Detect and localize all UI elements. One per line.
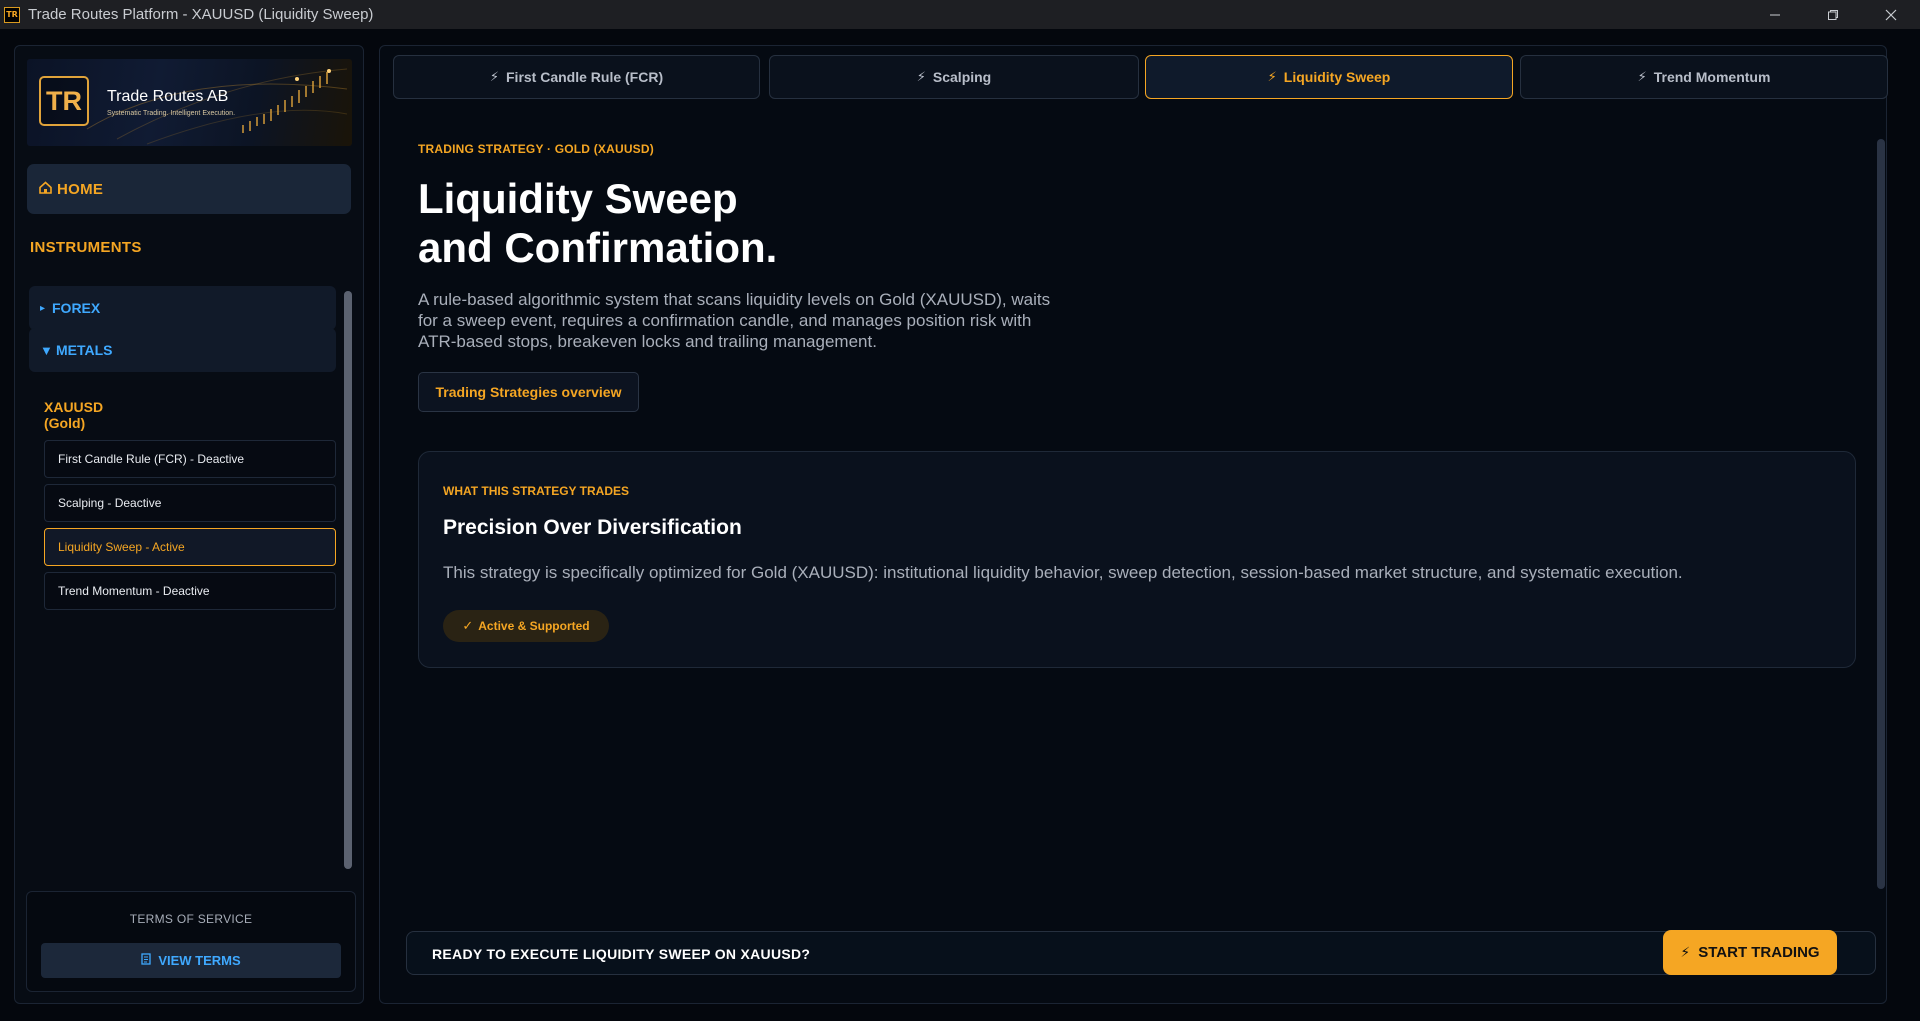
page-title-line1: Liquidity Sweep [418,175,738,222]
sidebar: TR Trade Routes AB Systematic Trading. I… [14,45,364,1004]
category-label: FOREX [52,300,101,316]
view-terms-label: VIEW TERMS [158,953,241,968]
tab-label: First Candle Rule (FCR) [506,69,664,85]
start-trading-button[interactable]: ⚡︎ START TRADING [1663,930,1837,975]
instruments-heading: INSTRUMENTS [30,239,142,256]
close-icon[interactable] [1862,0,1920,29]
bolt-icon: ⚡︎ [1680,944,1691,960]
tab-label: Liquidity Sweep [1283,69,1391,85]
category-forex[interactable]: ▸ FOREX [29,286,336,330]
tab-label: Scalping [932,69,992,85]
start-trading-label: START TRADING [1698,944,1820,961]
page-title: Liquidity Sweep and Confirmation. [418,174,777,272]
brand-logo-banner: TR Trade Routes AB Systematic Trading. I… [27,59,352,146]
status-badge: ✓ Active & Supported [443,610,609,642]
terms-heading: TERMS OF SERVICE [129,912,253,926]
brand-tagline: Systematic Trading. Intelligent Executio… [107,110,236,117]
category-label: METALS [56,342,113,358]
logo-mark: TR [39,76,89,126]
strategy-eyebrow: TRADING STRATEGY · GOLD (XAUUSD) [418,142,654,156]
document-icon [141,953,152,968]
caret-right-icon: ▸ [40,302,46,314]
tab-label: Trend Momentum [1653,69,1771,85]
tab-liquidity-sweep[interactable]: ⚡︎ Liquidity Sweep [1145,55,1513,99]
strategy-item-scalping[interactable]: Scalping - Deactive [44,484,336,522]
status-badge-label: Active & Supported [478,619,590,633]
caret-down-icon: ▼ [40,342,53,358]
bolt-icon: ⚡︎ [489,69,499,84]
execution-prompt: READY TO EXECUTE LIQUIDITY SWEEP ON XAUU… [432,946,811,962]
card-title: Precision Over Diversification [443,516,742,539]
brand-name: Trade Routes AB [107,88,229,105]
app-icon: TR [4,6,20,23]
main-panel: ⚡︎ First Candle Rule (FCR) ⚡︎ Scalping ⚡… [379,45,1888,1004]
content-scrollbar-thumb[interactable] [1877,139,1885,889]
execution-bar: READY TO EXECUTE LIQUIDITY SWEEP ON XAUU… [406,931,1876,975]
page-title-line2: and Confirmation. [418,224,778,271]
strategy-description: A rule-based algorithmic system that sca… [418,290,1051,351]
card-text: This strategy is specifically optimized … [443,563,1683,582]
strategy-item-liquidity-sweep[interactable]: Liquidity Sweep - Active [44,528,336,566]
tab-scalping[interactable]: ⚡︎ Scalping [769,55,1139,99]
strategy-item-trend-momentum[interactable]: Trend Momentum - Deactive [44,572,336,610]
instrument-name: XAUUSD (Gold) [44,399,103,431]
card-eyebrow: WHAT THIS STRATEGY TRADES [443,484,629,498]
sidebar-scrollbar-thumb[interactable] [344,291,352,869]
view-terms-button[interactable]: VIEW TERMS [41,943,341,978]
category-metals[interactable]: ▼ METALS [29,328,336,372]
bolt-icon: ⚡︎ [916,69,926,84]
bolt-icon: ⚡︎ [1267,69,1277,84]
tab-first-candle-rule[interactable]: ⚡︎ First Candle Rule (FCR) [393,55,760,99]
window-titlebar: TR Trade Routes Platform - XAUUSD (Liqui… [0,0,1920,29]
bolt-icon: ⚡︎ [1637,69,1647,84]
tab-trend-momentum[interactable]: ⚡︎ Trend Momentum [1520,55,1888,99]
minimize-icon[interactable] [1746,0,1804,29]
strategies-overview-button[interactable]: Trading Strategies overview [418,372,639,412]
instrument-label: (Gold) [44,415,86,431]
window-controls [1746,0,1920,29]
restore-icon[interactable] [1804,0,1862,29]
window-title: Trade Routes Platform - XAUUSD (Liquidit… [28,6,374,23]
checkmark-icon: ✓ [462,618,474,633]
home-label: HOME [57,180,104,198]
strategy-info-card: WHAT THIS STRATEGY TRADES Precision Over… [418,451,1856,668]
instrument-symbol: XAUUSD [44,399,104,415]
terms-panel: TERMS OF SERVICE VIEW TERMS [26,891,356,992]
home-icon [39,181,57,197]
strategy-item-fcr[interactable]: First Candle Rule (FCR) - Deactive [44,440,336,478]
home-button[interactable]: HOME [27,164,351,214]
